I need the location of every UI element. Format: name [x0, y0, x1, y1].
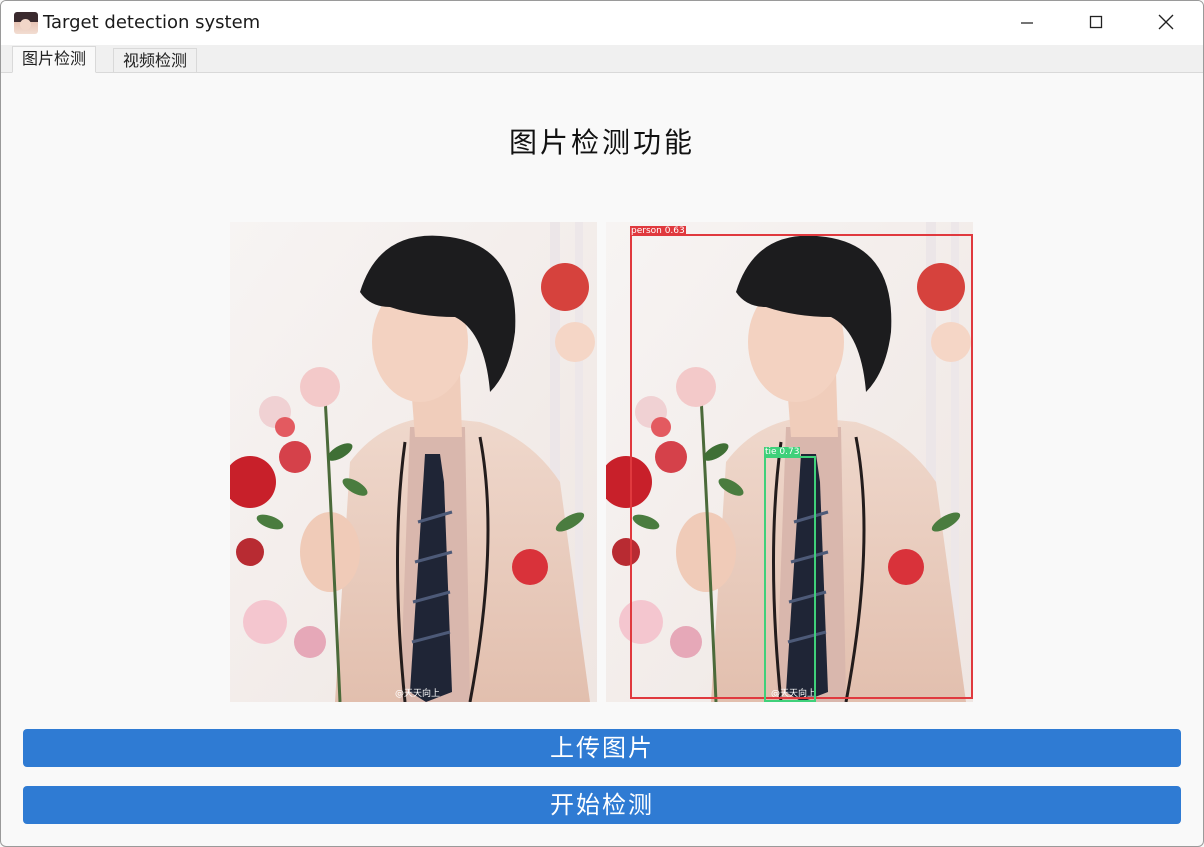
tab-bar: 图片检测 视频检测 — [1, 45, 1203, 73]
tie-detection-label: tie 0.73 — [764, 447, 801, 457]
original-image: @天天向上 — [230, 222, 597, 702]
upload-image-button[interactable]: 上传图片 — [23, 729, 1181, 767]
close-button[interactable] — [1143, 0, 1189, 44]
start-detection-button[interactable]: 开始检测 — [23, 786, 1181, 824]
minimize-icon — [1021, 22, 1033, 24]
app-icon — [14, 12, 38, 34]
close-icon — [1158, 14, 1174, 30]
detection-result-image: @天天向上 person 0.63 tie 0.73 — [606, 222, 973, 702]
minimize-button[interactable] — [1004, 1, 1050, 45]
person-detection-label: person 0.63 — [630, 226, 686, 236]
window-title: Target detection system — [43, 12, 261, 33]
title-bar[interactable]: Target detection system — [1, 1, 1203, 45]
tie-detection-box — [764, 456, 816, 702]
tab-image-detection[interactable]: 图片检测 — [12, 46, 97, 73]
watermark-text: @天天向上 — [395, 687, 440, 699]
maximize-icon — [1089, 15, 1103, 29]
page-title: 图片检测功能 — [508, 126, 695, 159]
tab-video-detection[interactable]: 视频检测 — [113, 48, 198, 72]
maximize-button[interactable] — [1073, 0, 1119, 44]
app-window: Target detection system 图片检测 视频检测 图片检测功能 — [0, 0, 1204, 847]
